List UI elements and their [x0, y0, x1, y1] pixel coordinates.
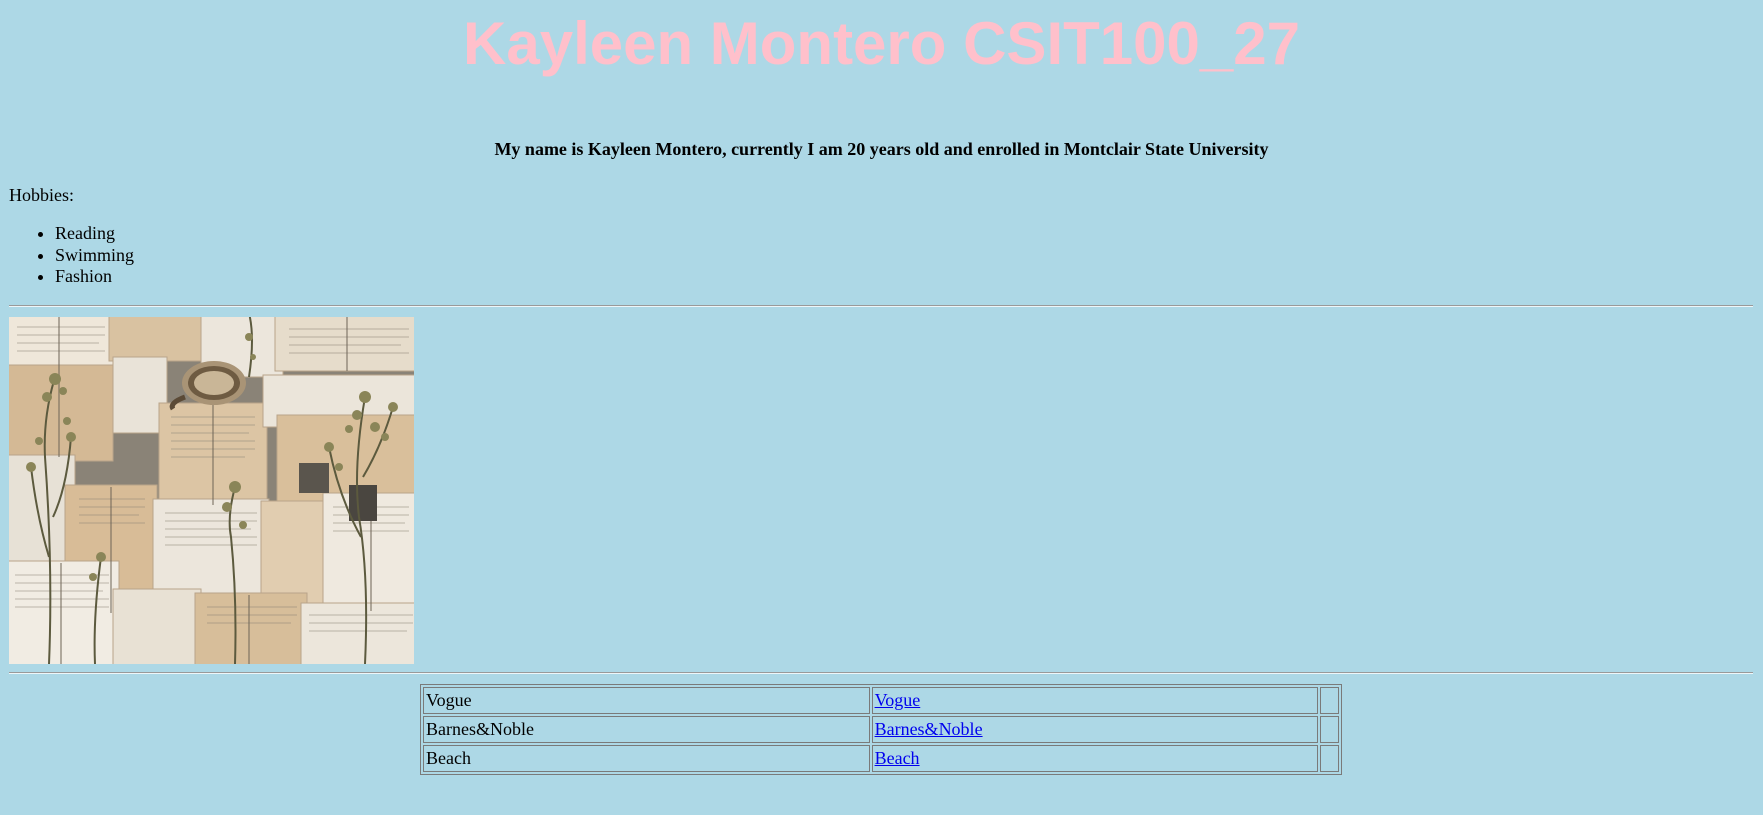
site-name-cell: Beach	[423, 745, 870, 772]
empty-cell	[1320, 745, 1339, 772]
intro-text: My name is Kayleen Montero, currently I …	[494, 139, 1269, 159]
list-item: Fashion	[55, 266, 134, 288]
page-title: Kayleen Montero CSIT100_27	[463, 10, 1300, 77]
links-table: Vogue Vogue Barnes&Noble Barnes&Noble Be…	[420, 684, 1342, 775]
table-row: Barnes&Noble Barnes&Noble	[423, 716, 1339, 743]
books-photo-illustration	[9, 317, 414, 664]
site-name-cell: Vogue	[423, 687, 870, 714]
list-item: Swimming	[55, 245, 134, 267]
divider	[9, 305, 1753, 307]
books-photo	[9, 317, 414, 664]
site-name-cell: Barnes&Noble	[423, 716, 870, 743]
empty-cell	[1320, 716, 1339, 743]
link-cell: Beach	[871, 745, 1319, 772]
empty-cell	[1320, 687, 1339, 714]
hobbies-label: Hobbies:	[9, 185, 74, 205]
beach-link[interactable]: Beach	[875, 748, 920, 768]
vogue-link[interactable]: Vogue	[875, 690, 921, 710]
barnes-noble-link[interactable]: Barnes&Noble	[875, 719, 983, 739]
divider	[9, 672, 1753, 674]
link-cell: Vogue	[871, 687, 1319, 714]
link-cell: Barnes&Noble	[871, 716, 1319, 743]
hobby-list: Reading Swimming Fashion	[9, 223, 134, 288]
table-row: Beach Beach	[423, 745, 1339, 772]
list-item: Reading	[55, 223, 134, 245]
table-row: Vogue Vogue	[423, 687, 1339, 714]
